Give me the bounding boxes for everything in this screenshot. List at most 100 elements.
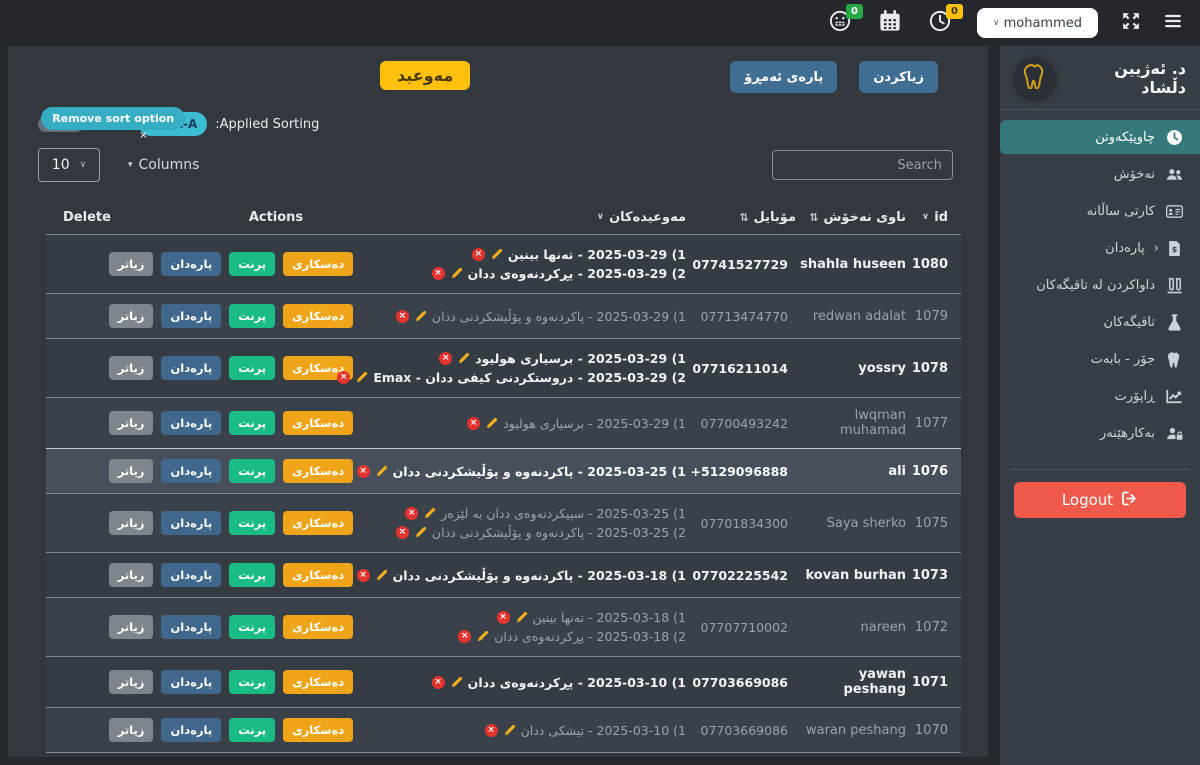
add-button[interactable]: زیاکردن	[859, 61, 938, 93]
calendar-button[interactable]	[877, 10, 903, 36]
edit-appointment-icon[interactable]	[355, 371, 368, 384]
clock-button[interactable]: 0	[927, 10, 953, 36]
more-button[interactable]: زیاتر	[109, 356, 154, 380]
edit-appointment-icon[interactable]	[515, 611, 528, 624]
page-title-button[interactable]: مەوعید	[380, 61, 470, 90]
sidebar-item-5[interactable]: تاقیگەکان	[1000, 305, 1200, 339]
remove-appointment-icon[interactable]: ×	[472, 248, 485, 261]
remove-appointment-icon[interactable]: ×	[467, 417, 480, 430]
edit-appointment-icon[interactable]	[450, 676, 463, 689]
more-button[interactable]: زیاتر	[109, 511, 154, 535]
table-row: دەسکاریپرنتپارەدانزیاتر1) 2025-03-18 - ت…	[46, 597, 961, 656]
appointments-cell: 1) 2025-03-25 - پاکردنەوە و پۆڵیشکردنی د…	[326, 462, 686, 481]
clock-icon	[1164, 129, 1184, 146]
sidebar-item-8[interactable]: بەکارهێنەر	[1000, 416, 1200, 450]
appointments-cell: 1) 2025-03-29 - برسیاری هولیود×	[326, 414, 686, 433]
payment-button[interactable]: پارەدان	[161, 718, 221, 742]
more-button[interactable]: زیاتر	[109, 718, 154, 742]
more-button[interactable]: زیاتر	[109, 459, 154, 483]
remove-appointment-icon[interactable]: ×	[357, 569, 370, 582]
id-cell: 1073	[906, 568, 961, 583]
sidebar-item-4[interactable]: داواکردن لە تاقیگەکان	[1000, 268, 1200, 302]
table-header-row: Delete Actions مەوعیدەکان ∨ مۆبایل ⇅ ناو…	[46, 200, 961, 234]
logout-button[interactable]: Logout	[1014, 482, 1186, 518]
columns-label: Columns	[139, 157, 200, 173]
remove-appointment-icon[interactable]: ×	[439, 352, 452, 365]
remove-sort-button[interactable]: ×	[139, 130, 147, 141]
more-button[interactable]: زیاتر	[109, 615, 154, 639]
column-header-mobile[interactable]: مۆبایل ⇅	[686, 210, 796, 225]
sidebar-item-7[interactable]: ڕاپۆرت	[1000, 379, 1200, 413]
more-button[interactable]: زیاتر	[109, 411, 154, 435]
print-button[interactable]: پرنت	[229, 252, 275, 276]
edit-appointment-icon[interactable]	[375, 465, 388, 478]
remove-appointment-icon[interactable]: ×	[337, 371, 350, 384]
sidebar-item-0[interactable]: چاوپێکەوتن	[1000, 120, 1200, 154]
print-button[interactable]: پرنت	[229, 411, 275, 435]
fullscreen-button[interactable]	[1122, 12, 1140, 34]
actions-cell: دەسکاریپرنتپارەدانزیاتر	[136, 563, 326, 587]
appointment-text: 1) 2025-03-18 - تەنها بینین	[533, 608, 686, 627]
chart-line-icon	[1164, 388, 1184, 405]
id-cell: 1077	[906, 416, 961, 431]
sidebar-item-2[interactable]: کارتی ساڵانە	[1000, 194, 1200, 228]
more-button[interactable]: زیاتر	[109, 252, 154, 276]
search-input[interactable]	[772, 150, 953, 180]
patient-name-cell: Saya sherko	[796, 516, 906, 531]
payment-button[interactable]: پارەدان	[161, 670, 221, 694]
more-button[interactable]: زیاتر	[109, 304, 154, 328]
column-header-name[interactable]: ناوی نەخۆش ⇅	[796, 210, 906, 225]
payment-button[interactable]: پارەدان	[161, 511, 221, 535]
remove-appointment-icon[interactable]: ×	[432, 676, 445, 689]
edit-appointment-icon[interactable]	[503, 724, 516, 737]
payment-button[interactable]: پارەدان	[161, 459, 221, 483]
remove-sort-tooltip: Remove sort option	[41, 107, 185, 130]
user-menu-button[interactable]: ∨ mohammed	[977, 8, 1098, 38]
edit-appointment-icon[interactable]	[457, 352, 470, 365]
print-button[interactable]: پرنت	[229, 459, 275, 483]
print-button[interactable]: پرنت	[229, 511, 275, 535]
actions-cell: دەسکاریپرنتپارەدانزیاتر	[136, 304, 326, 328]
payment-button[interactable]: پارەدان	[161, 356, 221, 380]
edit-appointment-icon[interactable]	[375, 569, 388, 582]
remove-appointment-icon[interactable]: ×	[396, 310, 409, 323]
edit-appointment-icon[interactable]	[485, 417, 498, 430]
edit-appointment-icon[interactable]	[450, 267, 463, 280]
more-button[interactable]: زیاتر	[109, 563, 154, 587]
today-money-button[interactable]: پارەی ئەمڕۆ	[730, 61, 837, 93]
remove-appointment-icon[interactable]: ×	[497, 611, 510, 624]
sidebar-item-1[interactable]: نەخۆش	[1000, 157, 1200, 191]
sidebar-item-3[interactable]: $‹پارەدان	[1000, 231, 1200, 265]
columns-dropdown[interactable]: ▾ Columns	[128, 157, 199, 173]
print-button[interactable]: پرنت	[229, 718, 275, 742]
print-button[interactable]: پرنت	[229, 615, 275, 639]
vials-icon	[1164, 277, 1184, 294]
remove-appointment-icon[interactable]: ×	[458, 630, 471, 643]
remove-appointment-icon[interactable]: ×	[432, 267, 445, 280]
sidebar-item-6[interactable]: جۆر - بابەت	[1000, 342, 1200, 376]
edit-appointment-icon[interactable]	[414, 310, 427, 323]
payment-button[interactable]: پارەدان	[161, 563, 221, 587]
payment-button[interactable]: پارەدان	[161, 411, 221, 435]
remove-appointment-icon[interactable]: ×	[396, 526, 409, 539]
meetings-button[interactable]: 0	[827, 10, 853, 36]
payment-button[interactable]: پارەدان	[161, 252, 221, 276]
print-button[interactable]: پرنت	[229, 563, 275, 587]
print-button[interactable]: پرنت	[229, 670, 275, 694]
edit-appointment-icon[interactable]	[414, 526, 427, 539]
edit-appointment-icon[interactable]	[490, 248, 503, 261]
column-header-id[interactable]: id ∨	[906, 210, 961, 225]
column-header-appointments[interactable]: مەوعیدەکان ∨	[326, 210, 686, 225]
print-button[interactable]: پرنت	[229, 304, 275, 328]
remove-appointment-icon[interactable]: ×	[357, 465, 370, 478]
remove-appointment-icon[interactable]: ×	[405, 507, 418, 520]
payment-button[interactable]: پارەدان	[161, 304, 221, 328]
menu-toggle-button[interactable]	[1164, 12, 1182, 34]
more-button[interactable]: زیاتر	[109, 670, 154, 694]
edit-appointment-icon[interactable]	[476, 630, 489, 643]
page-size-select[interactable]: 10 ∨	[38, 148, 100, 182]
print-button[interactable]: پرنت	[229, 356, 275, 380]
edit-appointment-icon[interactable]	[423, 507, 436, 520]
remove-appointment-icon[interactable]: ×	[485, 724, 498, 737]
payment-button[interactable]: پارەدان	[161, 615, 221, 639]
